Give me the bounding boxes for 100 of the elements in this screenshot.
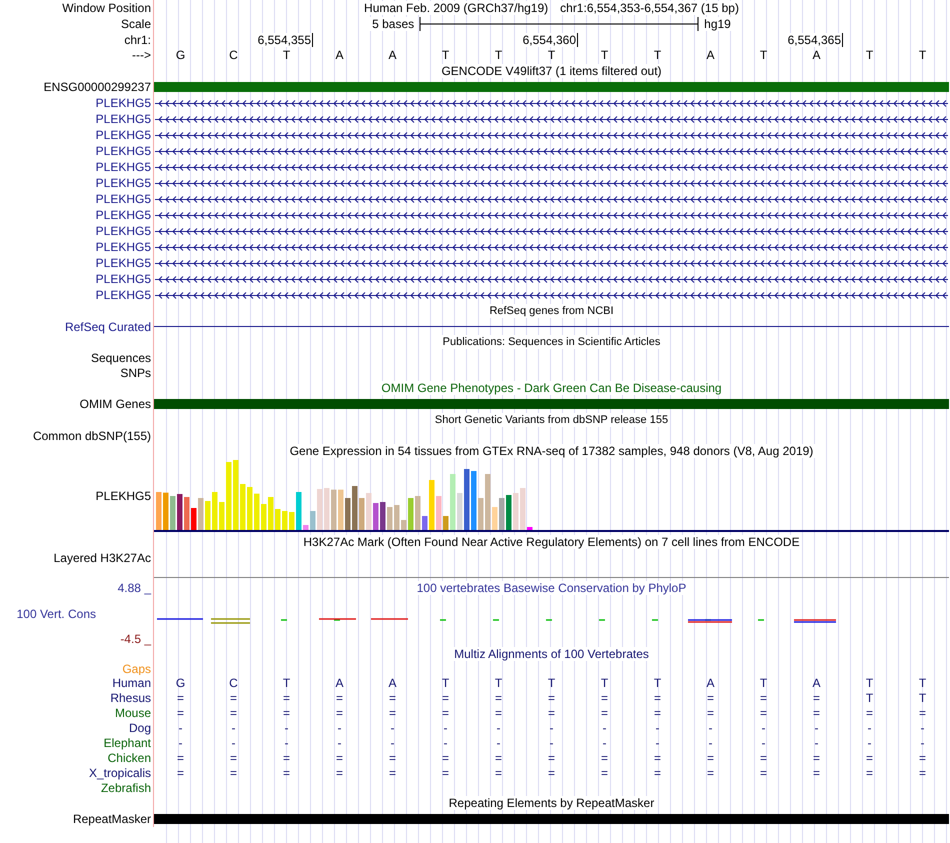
alignment-base: = <box>760 750 767 764</box>
track-label[interactable]: PLEKHG5 <box>96 288 151 302</box>
track-label[interactable]: Common dbSNP(155) <box>32 428 151 442</box>
alignment-base: T <box>654 676 662 690</box>
track-label[interactable]: PLEKHG5 <box>96 208 151 222</box>
alignment-base: = <box>388 766 396 780</box>
track-label[interactable]: RefSeq Curated <box>64 320 151 334</box>
track-label[interactable]: PLEKHG5 <box>96 224 151 238</box>
alignment-base: = <box>388 690 396 704</box>
track-label[interactable]: PLEKHG5 <box>96 256 151 270</box>
alignment-base: - <box>656 720 660 734</box>
track-label[interactable]: Dog <box>128 720 151 734</box>
track-title: Repeating Elements by RepeatMasker <box>446 796 656 810</box>
alignment-base: = <box>282 706 290 720</box>
track-label[interactable]: PLEKHG5 <box>96 144 151 158</box>
alignment-base: = <box>600 750 608 764</box>
alignment-base: = <box>282 750 290 764</box>
alignment-base: A <box>812 676 820 690</box>
track-label[interactable]: PLEKHG5 <box>96 176 151 190</box>
alignment-base: = <box>176 690 184 704</box>
alignment-base: - <box>708 720 712 734</box>
alignment-base: = <box>654 750 661 764</box>
axis-max-label: 4.88 _ <box>118 581 151 595</box>
track-label[interactable]: PLEKHG5 <box>96 96 151 110</box>
alignment-base: = <box>812 706 820 720</box>
track-label[interactable]: SNPs <box>120 366 151 380</box>
track-label[interactable]: Zebrafish <box>100 780 151 794</box>
transcript-line[interactable] <box>155 274 948 284</box>
track-label[interactable]: 100 Vert. Cons <box>16 606 151 620</box>
alignment-base: = <box>442 690 449 704</box>
alignment-base: G <box>176 676 186 690</box>
scale-db: hg19 <box>702 17 733 31</box>
transcript-line[interactable] <box>155 210 948 220</box>
track-title: Publications: Sequences in Scientific Articles <box>440 335 662 349</box>
transcript-line[interactable] <box>155 98 948 108</box>
alignment-base: = <box>548 766 555 780</box>
alignment-base: T <box>866 676 874 690</box>
alignment-base: - <box>232 720 236 734</box>
track-label[interactable]: X_tropicalis <box>88 766 151 780</box>
transcript-line[interactable] <box>155 162 948 172</box>
transcript-line[interactable] <box>155 290 948 300</box>
alignment-base: T <box>918 690 926 704</box>
track-label[interactable]: PLEKHG5 <box>96 240 151 254</box>
track-label[interactable]: Elephant <box>104 736 151 750</box>
assembly-name: Human Feb. 2009 (GRCh37/hg19) <box>362 1 550 15</box>
alignment-base: = <box>388 750 396 764</box>
alignment-base: = <box>282 766 290 780</box>
track-label: Scale <box>120 17 151 31</box>
track-label[interactable]: RepeatMasker <box>72 812 151 826</box>
track-title: H3K27Ac Mark (Often Found Near Active Regulatory Elements) on 7 cell lines from ENCODE <box>301 535 802 549</box>
track-label: ---> <box>132 48 151 62</box>
base-letter: T <box>866 48 874 62</box>
base-letter: A <box>388 48 396 62</box>
track-label[interactable]: ENSG00000299237 <box>44 80 151 94</box>
alignment-base: = <box>230 690 237 704</box>
alignment-base: T <box>760 676 768 690</box>
track-label[interactable]: PLEKHG5 <box>96 192 151 206</box>
track-label[interactable]: Mouse <box>114 706 151 720</box>
alignment-base: - <box>762 720 766 734</box>
transcript-line[interactable] <box>155 178 948 188</box>
base-letter: C <box>229 48 238 62</box>
alignment-base: = <box>548 690 555 704</box>
alignment-base: = <box>760 766 767 780</box>
alignment-base: T <box>282 676 290 690</box>
alignment-base: = <box>494 750 502 764</box>
transcript-line[interactable] <box>155 226 948 236</box>
alignment-base: - <box>178 720 182 734</box>
track-label[interactable]: Layered H3K27Ac <box>54 551 151 565</box>
expression-bars-drawing[interactable] <box>154 459 949 533</box>
alignment-base: = <box>812 690 820 704</box>
transcript-line[interactable] <box>155 242 948 252</box>
track-label[interactable]: PLEKHG5 <box>96 489 151 503</box>
alignment-base: - <box>550 736 554 750</box>
track-label: chr1: <box>124 32 151 46</box>
track-label[interactable]: PLEKHG5 <box>96 128 151 142</box>
track-label[interactable]: Rhesus <box>110 690 151 704</box>
track-label[interactable]: Human <box>112 676 151 690</box>
transcript-line[interactable] <box>155 114 948 124</box>
alignment-base: = <box>176 706 184 720</box>
alignment-base: A <box>335 676 344 690</box>
alignment-base: = <box>442 750 449 764</box>
track-label[interactable]: OMIM Genes <box>80 397 151 411</box>
alignment-base: = <box>866 750 873 764</box>
transcript-line[interactable] <box>155 146 948 156</box>
transcript-line[interactable] <box>155 194 948 204</box>
transcript-line[interactable] <box>155 258 948 268</box>
alignment-base: A <box>388 676 396 690</box>
alignment-base: = <box>282 690 290 704</box>
track-label[interactable]: PLEKHG5 <box>96 272 151 286</box>
track-label[interactable]: PLEKHG5 <box>96 112 151 126</box>
track-label[interactable]: Sequences <box>90 350 151 364</box>
track-label[interactable]: Chicken <box>108 750 151 764</box>
axis-min-label: -4.5 _ <box>120 632 151 646</box>
alignment-base: - <box>656 736 660 750</box>
alignment-base: = <box>760 690 767 704</box>
base-letter: T <box>494 48 502 62</box>
transcript-line[interactable] <box>155 130 948 140</box>
track-title: Gene Expression in 54 tissues from GTEx RNA-seq of 17382 samples, 948 donors (V8, Aug 2019) <box>288 444 816 458</box>
track-label[interactable]: PLEKHG5 <box>96 160 151 174</box>
alignment-base: = <box>548 706 555 720</box>
